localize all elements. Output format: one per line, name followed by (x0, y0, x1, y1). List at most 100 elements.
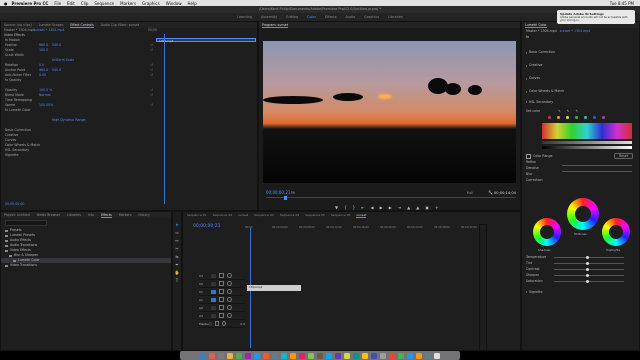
menu-window[interactable]: Window (166, 1, 182, 6)
dock-app-icon[interactable] (398, 352, 404, 359)
effects-tree-item[interactable]: Video Transitions (1, 263, 171, 268)
menu-file[interactable]: File (54, 1, 61, 6)
dock-app-icon[interactable] (245, 352, 251, 359)
dock-app-icon[interactable] (200, 352, 206, 359)
sequence-tab[interactable]: sunset (356, 212, 367, 218)
color-swatch[interactable] (566, 115, 569, 119)
dock-app-icon[interactable] (425, 352, 431, 359)
track-target-toggle[interactable] (211, 281, 216, 286)
workspace-tab[interactable]: Assembly (261, 15, 277, 19)
color-range-checkbox[interactable] (526, 153, 531, 159)
lock-icon[interactable] (219, 313, 224, 318)
track-header[interactable]: A1 (199, 296, 245, 304)
sequence-tab[interactable]: Sequence 06 (331, 212, 351, 218)
eye-icon[interactable] (227, 273, 232, 278)
keyframe-toggle-icon[interactable]: ↺ (150, 48, 153, 53)
razor-tool-icon[interactable]: ✂ (175, 246, 178, 251)
menu-help[interactable]: Help (188, 1, 197, 6)
type-tool-icon[interactable]: T (176, 278, 178, 283)
color-swatch[interactable] (548, 115, 551, 119)
dock-app-icon[interactable] (371, 352, 377, 359)
denoise-slider[interactable] (562, 165, 632, 166)
hand-tool-icon[interactable]: ✋ (175, 270, 180, 275)
midtones-wheel[interactable] (567, 198, 599, 230)
dock-app-icon[interactable] (209, 352, 215, 359)
track-target-toggle[interactable] (211, 273, 216, 278)
track-select-icon[interactable]: ⇨ (175, 230, 178, 235)
effect-row-value-2[interactable] (52, 153, 65, 158)
tab-info[interactable]: Info (88, 212, 94, 218)
lumetri-section-header[interactable]: Basic Correction (522, 46, 639, 59)
dock-app-icon[interactable] (344, 352, 350, 359)
lumetri-section-header[interactable]: HSL Secondary (522, 98, 639, 106)
track-target-toggle[interactable] (211, 289, 216, 294)
slider-handle[interactable] (585, 279, 589, 283)
dock-app-icon[interactable] (290, 352, 296, 359)
ripple-edit-icon[interactable]: ↔ (175, 238, 178, 243)
adjustment-slider[interactable] (554, 273, 624, 277)
effects-search-input[interactable] (5, 220, 47, 226)
program-timecode[interactable]: 00;00;00;21 (266, 190, 290, 195)
track-target-toggle[interactable] (211, 313, 216, 318)
tab-media-browser[interactable]: Media Browser (37, 212, 61, 218)
eyedropper-remove-icon[interactable]: ✎ (575, 108, 578, 114)
color-swatch[interactable] (593, 115, 596, 119)
slip-tool-icon[interactable]: ⇆ (175, 254, 178, 259)
menu-edit[interactable]: Edit (67, 1, 75, 6)
program-playhead[interactable] (284, 196, 287, 200)
keyframe-toggle-icon[interactable]: ↺ (150, 73, 153, 78)
tab-history[interactable]: History (138, 212, 149, 218)
lumetri-section-header[interactable]: Color Wheels & Match (522, 85, 639, 98)
lock-icon[interactable] (215, 321, 220, 326)
workspace-tab-active[interactable]: Color (307, 15, 316, 19)
timeline-clip[interactable]: 1304.mp4 (247, 285, 301, 291)
dock-app-icon[interactable] (407, 352, 413, 359)
workspace-tab[interactable]: Learning (237, 15, 252, 19)
vignette-section[interactable]: Vignette (522, 289, 542, 295)
app-menu[interactable]: Premiere Pro CC (12, 1, 49, 6)
dock-app-icon[interactable] (308, 352, 314, 359)
effect-row[interactable]: Vignette (1, 153, 257, 158)
track-header[interactable]: Master 0.0 (199, 320, 245, 328)
dock-app-icon[interactable] (380, 352, 386, 359)
sequence-tab[interactable]: Sequence 01 (187, 212, 207, 218)
program-video-frame[interactable] (263, 41, 516, 183)
tab-program[interactable]: Program: sunset (262, 22, 289, 28)
wrench-icon[interactable]: 🔧 (488, 190, 493, 195)
lock-icon[interactable] (219, 297, 224, 302)
hsl-reset-button[interactable]: Reset (614, 153, 633, 159)
workspace-tab[interactable]: Editing (286, 15, 298, 19)
lock-icon[interactable] (219, 289, 224, 294)
dock-app-icon[interactable] (254, 352, 260, 359)
track-header[interactable]: V1 (199, 288, 245, 296)
workspace-tab[interactable]: Effects (325, 15, 337, 19)
track-target-toggle[interactable] (209, 321, 213, 326)
sequence-tab[interactable]: Sequence 03 (254, 212, 274, 218)
adjustment-slider[interactable] (554, 261, 624, 265)
mute-icon[interactable] (222, 321, 227, 326)
color-swatch[interactable] (584, 115, 587, 119)
tab-libraries[interactable]: Libraries (67, 212, 81, 218)
lumetri-section-header[interactable]: Curves (522, 72, 639, 85)
dock-app-icon[interactable] (272, 352, 278, 359)
workspace-tab[interactable]: Libraries (388, 15, 403, 19)
dock-app-icon[interactable] (362, 352, 368, 359)
saturation-bar[interactable] (542, 141, 632, 144)
track-target-toggle[interactable] (211, 305, 216, 310)
slider-handle[interactable] (585, 267, 589, 271)
update-notification[interactable]: Update Adobe ID Settings Adobe personal … (557, 10, 635, 24)
mute-icon[interactable] (227, 305, 232, 310)
timeline-ruler[interactable]: 00;00 00;00;04;00 00;00;08;00 00;00;12;00 00… (245, 226, 515, 232)
luma-bar[interactable] (542, 146, 632, 149)
dock-app-icon[interactable] (281, 352, 287, 359)
effect-row-value[interactable] (39, 153, 52, 158)
sequence-tab[interactable]: Sequence 05 (305, 212, 325, 218)
slider-handle[interactable] (585, 261, 589, 265)
eyedropper-icon[interactable]: ✎ (558, 108, 561, 114)
tab-audio-mixer[interactable]: Audio Clip Mixer: sunset (101, 22, 139, 28)
dock-app-icon[interactable] (353, 352, 359, 359)
lock-icon[interactable] (219, 281, 224, 286)
quality-dropdown[interactable]: Full (467, 191, 472, 195)
dock-app-icon[interactable] (299, 352, 305, 359)
timeline-timecode[interactable]: 00;00;00;21 (193, 224, 220, 229)
